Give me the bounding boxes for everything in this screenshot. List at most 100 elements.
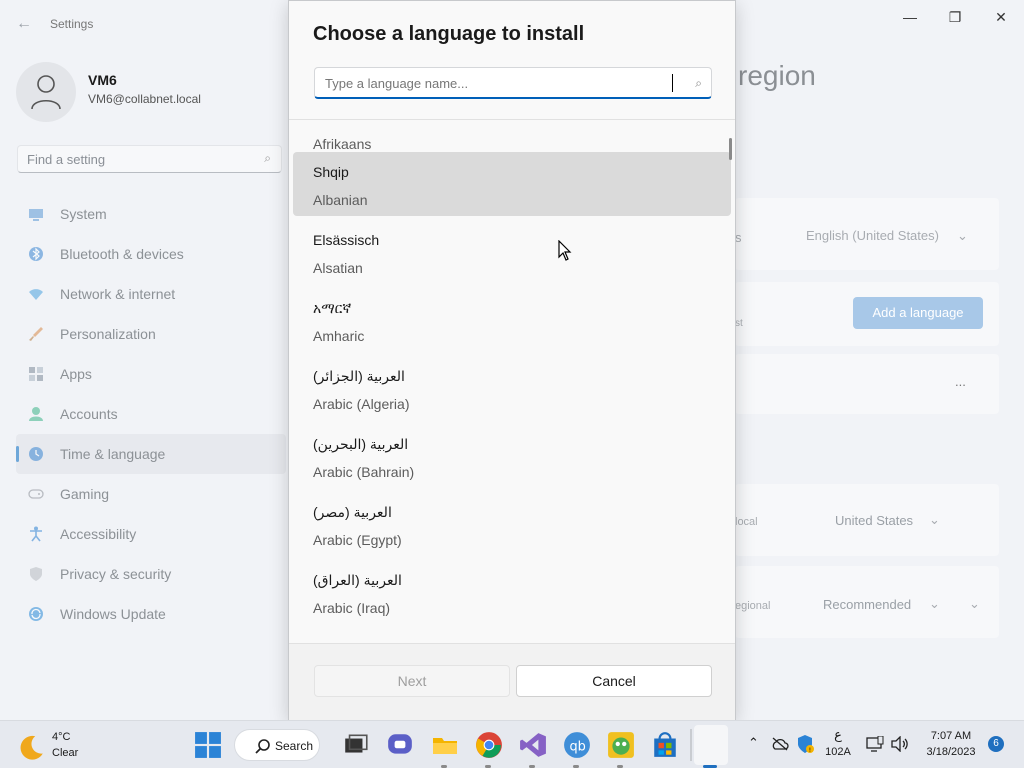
taskbar-search-button[interactable]: Search: [234, 729, 320, 761]
more-options-icon[interactable]: ...: [955, 374, 966, 389]
sidebar-item-gaming[interactable]: Gaming: [16, 474, 286, 514]
language-list-item[interactable]: Shqip Albanian: [293, 152, 731, 216]
notification-badge[interactable]: 6: [988, 736, 1004, 752]
input-indicator-glyph[interactable]: ع: [828, 727, 848, 743]
language-list-item[interactable]: [293, 628, 731, 643]
language-list[interactable]: Afrikaans Shqip Albanian Elsässisch Alsatian…: [293, 120, 731, 643]
chevron-up-icon[interactable]: ⌃: [748, 735, 759, 751]
language-english-name: Amharic: [313, 328, 365, 344]
task-view-icon[interactable]: [342, 731, 370, 759]
country-label-fragment: local: [735, 516, 758, 528]
weather-condition[interactable]: Clear: [52, 747, 78, 759]
regional-format-value[interactable]: Recommended: [823, 597, 911, 612]
taskbar-divider: [690, 729, 692, 761]
language-search-input[interactable]: Type a language name... ⌕: [314, 67, 712, 99]
volume-icon[interactable]: [890, 736, 910, 752]
language-english-name: Arabic (Algeria): [313, 396, 410, 412]
sidebar-item-label: Accessibility: [60, 526, 137, 542]
sidebar-nav: System Bluetooth & devices Network & inter…: [16, 194, 286, 634]
settings-taskbar-button[interactable]: [694, 725, 728, 765]
game-app-icon[interactable]: [607, 731, 635, 759]
wifi-icon: [29, 289, 43, 300]
clock-time[interactable]: 7:07 AM: [920, 730, 982, 742]
sidebar-item-accounts[interactable]: Accounts: [16, 394, 286, 434]
language-native-name: العربية (العراق): [313, 572, 402, 588]
sidebar-item-label: Personalization: [60, 326, 156, 342]
cancel-button[interactable]: Cancel: [516, 665, 712, 697]
language-list-item[interactable]: العربية (البحرين) Arabic (Bahrain): [293, 424, 731, 488]
language-list-item[interactable]: አማርኛ Amharic: [293, 288, 731, 352]
bluetooth-icon: [29, 247, 43, 261]
language-native-name: Shqip: [313, 164, 349, 180]
language-english-name: Arabic (Iraq): [313, 600, 391, 616]
language-english-name: Afrikaans: [313, 136, 372, 152]
language-english-name: Arabic (Bahrain): [313, 464, 415, 480]
country-value[interactable]: United States: [835, 513, 913, 528]
sidebar-item-windows-update[interactable]: Windows Update: [16, 594, 286, 634]
moon-weather-icon[interactable]: [18, 733, 46, 761]
clock-date[interactable]: 3/18/2023: [920, 746, 982, 758]
sidebar-item-label: Time & language: [60, 446, 166, 462]
qbittorrent-icon[interactable]: qb: [563, 731, 591, 759]
language-list-item[interactable]: العربية (العراق) Arabic (Iraq): [293, 560, 731, 624]
svg-text:qb: qb: [569, 739, 585, 754]
sidebar-item-privacy-security[interactable]: Privacy & security: [16, 554, 286, 594]
sidebar-item-label: System: [60, 206, 107, 222]
svg-text:!: !: [809, 747, 811, 754]
defender-warning-icon[interactable]: !: [796, 734, 814, 754]
minimize-button[interactable]: —: [890, 6, 930, 28]
input-indicator-code[interactable]: 102A: [822, 746, 854, 758]
weather-temperature[interactable]: 4°C: [52, 731, 70, 743]
sidebar-item-bluetooth-devices[interactable]: Bluetooth & devices: [16, 234, 286, 274]
globe-clock-icon: [29, 447, 43, 461]
expand-chevron-icon[interactable]: ⌄: [969, 596, 980, 612]
display-language-value[interactable]: English (United States): [806, 228, 939, 243]
close-button[interactable]: ✕: [981, 6, 1021, 28]
sidebar-item-label: Bluetooth & devices: [60, 246, 184, 262]
maximize-button[interactable]: ❐: [935, 6, 975, 28]
search-icon: ⌕: [264, 151, 271, 165]
onedrive-offline-icon[interactable]: [771, 737, 789, 751]
country-card: local United States ⌄: [735, 484, 999, 556]
avatar: [16, 62, 76, 122]
back-button[interactable]: ←: [14, 14, 34, 34]
sidebar-item-time-language[interactable]: Time & language: [16, 434, 286, 474]
sidebar-item-network-internet[interactable]: Network & internet: [16, 274, 286, 314]
file-explorer-icon[interactable]: [431, 731, 459, 759]
language-native-name: العربية (البحرين): [313, 436, 409, 452]
person-icon: [31, 75, 61, 110]
language-english-name: Albanian: [313, 192, 368, 208]
add-language-button[interactable]: Add a language: [853, 297, 983, 329]
regional-format-card: egional Recommended ⌄ ⌄: [735, 566, 999, 638]
apps-icon: [29, 367, 43, 381]
sidebar-item-personalization[interactable]: Personalization: [16, 314, 286, 354]
next-button[interactable]: Next: [314, 665, 510, 697]
language-entry-card: ...: [735, 354, 999, 414]
user-profile[interactable]: VM6 VM6@collabnet.local: [16, 62, 276, 122]
shield-icon: [30, 567, 42, 581]
list-scrollbar[interactable]: [729, 138, 732, 160]
visual-studio-icon[interactable]: [519, 731, 547, 759]
mouse-cursor-icon: [558, 240, 572, 261]
language-native-name: العربية (مصر): [313, 504, 392, 520]
taskbar: 4°C Clear Search qb ⌃ ! ع 102A 7:07 AM 3…: [0, 720, 1024, 768]
chat-icon[interactable]: [386, 731, 414, 759]
language-list-item[interactable]: العربية (مصر) Arabic (Egypt): [293, 492, 731, 556]
sidebar-item-accessibility[interactable]: Accessibility: [16, 514, 286, 554]
update-icon: [29, 607, 43, 621]
windows-start-icon[interactable]: [194, 731, 222, 759]
sidebar-item-label: Privacy & security: [60, 566, 172, 582]
network-icon[interactable]: [866, 736, 884, 752]
accessibility-icon: [30, 526, 42, 542]
sidebar-item-system[interactable]: System: [16, 194, 286, 234]
language-english-name: Alsatian: [313, 260, 363, 276]
person-icon: [29, 407, 43, 421]
microsoft-store-icon[interactable]: [651, 731, 679, 759]
chevron-down-icon: ⌄: [929, 512, 940, 527]
sidebar-item-apps[interactable]: Apps: [16, 354, 286, 394]
language-list-item[interactable]: العربية (الجزائر) Arabic (Algeria): [293, 356, 731, 420]
find-setting-input[interactable]: Find a setting ⌕: [17, 145, 282, 173]
language-list-item[interactable]: Elsässisch Alsatian: [293, 220, 731, 284]
chrome-icon[interactable]: [475, 731, 503, 759]
sidebar-item-label: Windows Update: [60, 606, 166, 622]
